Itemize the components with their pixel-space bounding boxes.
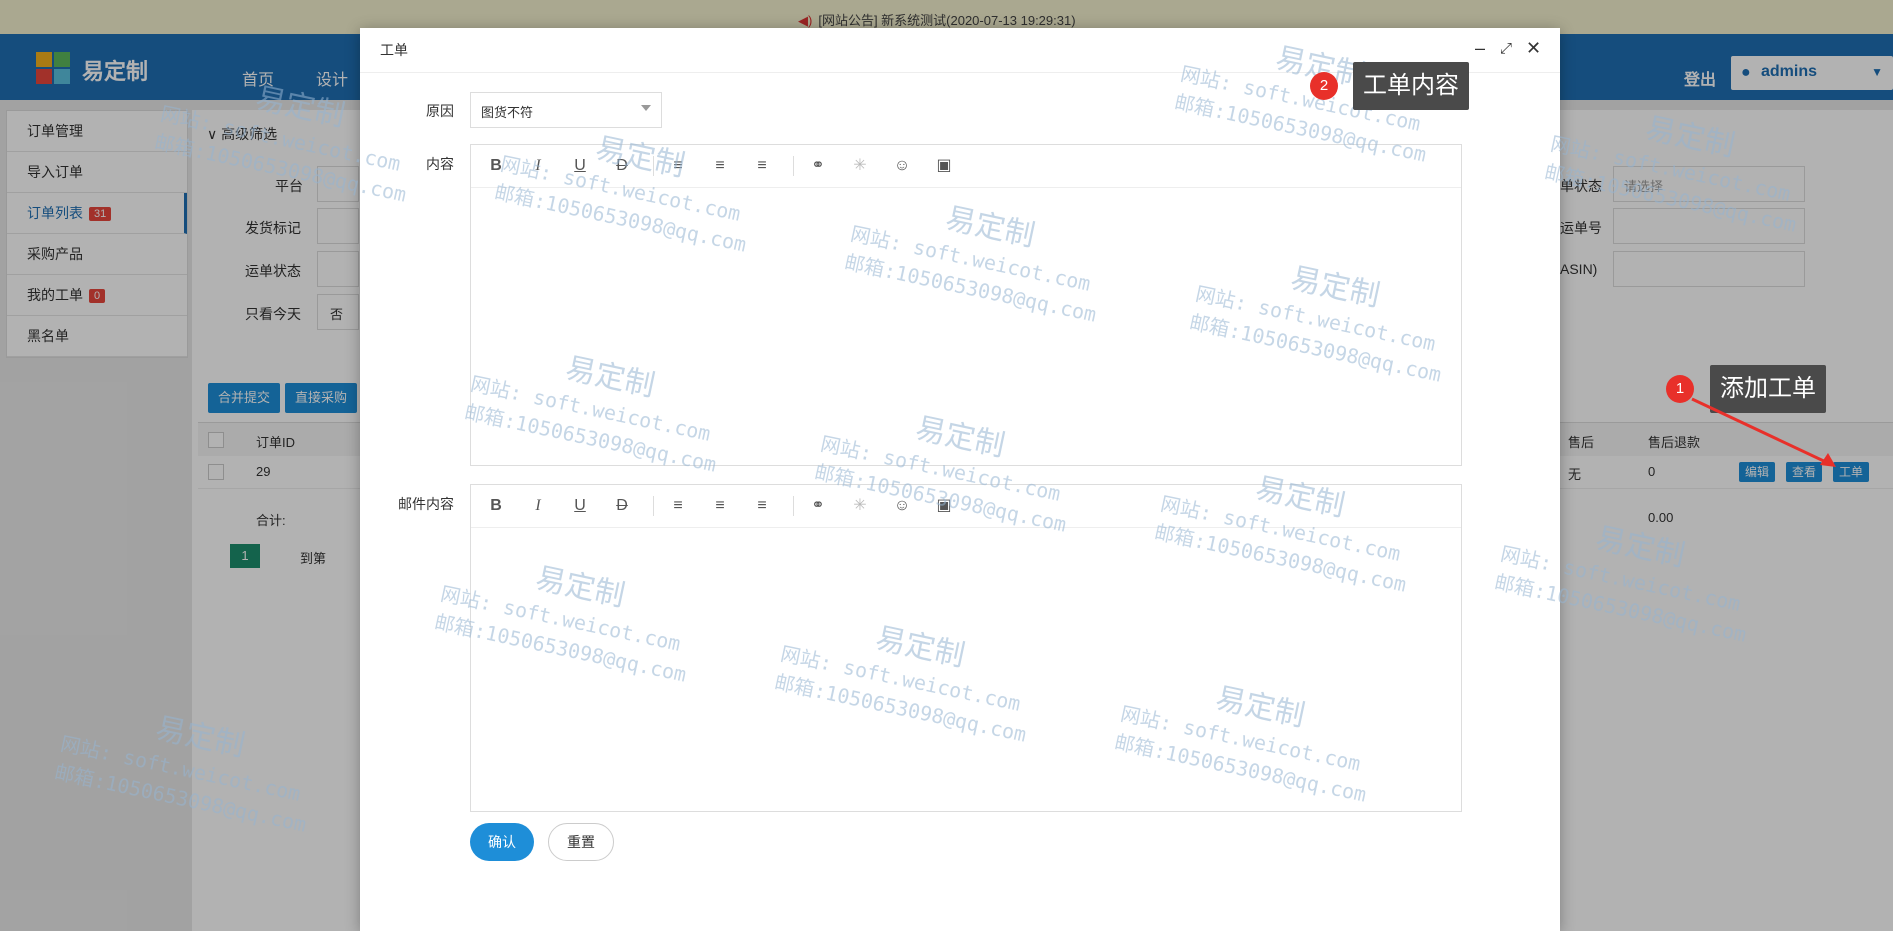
unlink-icon[interactable]: ✳ [849, 495, 871, 517]
align-right-icon[interactable]: ≡ [751, 155, 773, 177]
minimize-icon[interactable]: – [1475, 38, 1485, 59]
email-editor: B I U D ≡ ≡ ≡ ⚭ ✳ ☺ ▣ [470, 484, 1462, 812]
callout-ticket-content: 工单内容 [1353, 62, 1469, 110]
toolbar-divider [653, 496, 654, 516]
bold-icon[interactable]: B [485, 155, 507, 177]
chevron-down-icon [641, 105, 651, 111]
underline-icon[interactable]: U [569, 495, 591, 517]
close-icon[interactable]: ✕ [1526, 38, 1541, 59]
underline-icon[interactable]: U [569, 155, 591, 177]
ticket-dialog: 工单 – ⤢ ✕ 原因 图货不符 内容 B I U D ≡ ≡ ≡ ⚭ ✳ ☺ … [360, 28, 1560, 931]
align-center-icon[interactable]: ≡ [709, 155, 731, 177]
toolbar-divider [793, 496, 794, 516]
emoji-icon[interactable]: ☺ [891, 495, 913, 517]
reason-value: 图货不符 [481, 105, 534, 120]
link-icon[interactable]: ⚭ [807, 155, 829, 177]
italic-icon[interactable]: I [527, 155, 549, 177]
content-textarea[interactable] [471, 188, 1461, 464]
content-label: 内容 [426, 156, 454, 172]
step-number-2: 2 [1310, 72, 1338, 100]
link-icon[interactable]: ⚭ [807, 495, 829, 517]
align-right-icon[interactable]: ≡ [751, 495, 773, 517]
reset-button[interactable]: 重置 [548, 823, 614, 861]
image-icon[interactable]: ▣ [933, 155, 955, 177]
email-textarea[interactable] [471, 528, 1461, 810]
email-content-label: 邮件内容 [398, 496, 454, 512]
strikethrough-icon[interactable]: D [611, 495, 633, 517]
align-left-icon[interactable]: ≡ [667, 155, 689, 177]
reason-select[interactable]: 图货不符 [470, 92, 662, 128]
align-left-icon[interactable]: ≡ [667, 495, 689, 517]
email-toolbar: B I U D ≡ ≡ ≡ ⚭ ✳ ☺ ▣ [471, 485, 1461, 528]
arrow-icon [1691, 397, 1836, 467]
toolbar-divider [793, 156, 794, 176]
strikethrough-icon[interactable]: D [611, 155, 633, 177]
content-editor: B I U D ≡ ≡ ≡ ⚭ ✳ ☺ ▣ [470, 144, 1462, 466]
bold-icon[interactable]: B [485, 495, 507, 517]
toolbar-divider [653, 156, 654, 176]
dialog-title: 工单 [380, 42, 408, 58]
maximize-icon[interactable]: ⤢ [1500, 40, 1512, 57]
emoji-icon[interactable]: ☺ [891, 155, 913, 177]
content-toolbar: B I U D ≡ ≡ ≡ ⚭ ✳ ☺ ▣ [471, 145, 1461, 188]
image-icon[interactable]: ▣ [933, 495, 955, 517]
align-center-icon[interactable]: ≡ [709, 495, 731, 517]
reason-label: 原因 [426, 103, 454, 119]
unlink-icon[interactable]: ✳ [849, 155, 871, 177]
italic-icon[interactable]: I [527, 495, 549, 517]
confirm-button[interactable]: 确认 [470, 823, 534, 861]
